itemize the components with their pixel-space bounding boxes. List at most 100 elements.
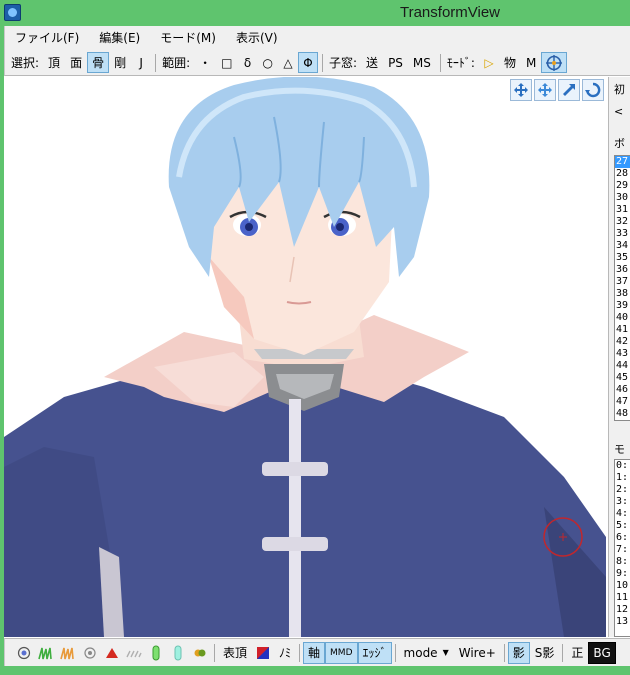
shadow-button[interactable]: 影 bbox=[507, 641, 530, 664]
bone-row[interactable]: 34 bbox=[615, 240, 630, 252]
morph-row[interactable]: 1: bbox=[615, 472, 630, 484]
toolbar-divider bbox=[322, 53, 323, 72]
bone-row[interactable]: 37 bbox=[615, 276, 630, 288]
child-send-button[interactable]: 送 bbox=[361, 52, 383, 73]
bone-row[interactable]: 40 bbox=[615, 312, 630, 324]
bone-list[interactable]: 27 28 29 30 31 32 33 34 35 36 37 38 39 40 41 42 43 44 45 46… bbox=[614, 155, 630, 421]
morph-row[interactable]: 5: bbox=[615, 520, 630, 532]
wire-button[interactable]: Wire+ bbox=[454, 642, 501, 664]
morph-row[interactable]: 12 bbox=[615, 604, 630, 616]
toolbar: 選択: 頂 面 骨 剛 J 範囲: ・ □ δ ○ △ Φ 子窓: 送 PS M… bbox=[4, 50, 630, 76]
statusbar-divider bbox=[214, 643, 215, 662]
move-xy-icon[interactable] bbox=[510, 79, 532, 101]
bone-row[interactable]: 45 bbox=[615, 372, 630, 384]
mode-dropdown[interactable]: mode ▼ bbox=[399, 642, 454, 664]
background-button[interactable]: BG bbox=[588, 641, 616, 664]
red-triangle-icon[interactable] bbox=[101, 642, 123, 664]
mode-label: ﾓｰﾄﾞ: bbox=[446, 56, 475, 70]
statusbar-divider bbox=[562, 643, 564, 662]
statusbar-divider bbox=[503, 643, 505, 662]
bone-row[interactable]: 27 bbox=[615, 156, 630, 168]
bone-row[interactable]: 31 bbox=[615, 204, 630, 216]
joint-icon[interactable] bbox=[189, 642, 211, 664]
color-swatch-icon[interactable] bbox=[252, 642, 274, 664]
range-label: 範囲: bbox=[162, 56, 191, 70]
bone-row[interactable]: 41 bbox=[615, 324, 630, 336]
camera-tools bbox=[510, 79, 604, 101]
rotate-icon[interactable] bbox=[582, 79, 604, 101]
self-shadow-button[interactable]: S影 bbox=[530, 642, 560, 664]
range-phi-button[interactable]: Φ bbox=[298, 52, 318, 73]
bone-row[interactable]: 48 bbox=[615, 408, 630, 420]
range-delta-button[interactable]: δ bbox=[238, 52, 258, 73]
menu-mode[interactable]: モード(M) bbox=[150, 26, 226, 50]
bone-row[interactable]: 33 bbox=[615, 228, 630, 240]
select-face-button[interactable]: 面 bbox=[65, 52, 87, 73]
bone-row[interactable]: 42 bbox=[615, 336, 630, 348]
bone-row[interactable]: 28 bbox=[615, 168, 630, 180]
bone-row[interactable]: 29 bbox=[615, 180, 630, 192]
morph-row[interactable]: 2: bbox=[615, 484, 630, 496]
bone-row[interactable]: 35 bbox=[615, 252, 630, 264]
target-icon[interactable] bbox=[541, 52, 568, 73]
menu-edit[interactable]: 編集(E) bbox=[89, 26, 150, 50]
bone-row[interactable]: 38 bbox=[615, 288, 630, 300]
bone-row[interactable]: 30 bbox=[615, 192, 630, 204]
physics-mode-button[interactable]: 物 bbox=[499, 52, 521, 73]
select-rigid-button[interactable]: 剛 bbox=[109, 52, 131, 73]
morph-list[interactable]: 0: 1: 2: 3: 4: 5: 6: 7: 8: 9: 10 11 12 13 bbox=[614, 459, 630, 637]
morph-row[interactable]: 8: bbox=[615, 556, 630, 568]
3d-viewport[interactable] bbox=[4, 77, 606, 637]
select-bone-button[interactable]: 骨 bbox=[87, 52, 110, 73]
range-box-button[interactable]: □ bbox=[216, 52, 237, 73]
child-ms-button[interactable]: MS bbox=[408, 52, 436, 73]
range-triangle-button[interactable]: △ bbox=[278, 52, 298, 73]
character-model bbox=[4, 77, 606, 637]
only-button[interactable]: ﾉﾐ bbox=[274, 642, 296, 664]
bone-row[interactable]: 39 bbox=[615, 300, 630, 312]
morph-row[interactable]: 7: bbox=[615, 544, 630, 556]
morph-row[interactable]: 9: bbox=[615, 568, 630, 580]
green-capsule-icon[interactable] bbox=[145, 642, 167, 664]
dot-display-icon[interactable] bbox=[79, 642, 101, 664]
morph-row[interactable]: 0: bbox=[615, 460, 630, 472]
grass-green-icon[interactable] bbox=[35, 642, 57, 664]
play-mode-button[interactable]: ▷ bbox=[479, 52, 499, 73]
axis-button[interactable]: 軸 bbox=[303, 641, 326, 664]
face-vertex-button[interactable]: 表頂 bbox=[218, 642, 252, 664]
morph-row[interactable]: 11 bbox=[615, 592, 630, 604]
bone-row[interactable]: 47 bbox=[615, 396, 630, 408]
mmd-button[interactable]: MMD bbox=[325, 641, 358, 664]
range-circle-button[interactable]: ○ bbox=[258, 52, 278, 73]
menu-view[interactable]: 表示(V) bbox=[226, 26, 288, 50]
bone-row[interactable]: 43 bbox=[615, 348, 630, 360]
prev-button[interactable]: < bbox=[614, 105, 623, 118]
grass-orange-icon[interactable] bbox=[57, 642, 79, 664]
morph-row[interactable]: 6: bbox=[615, 532, 630, 544]
range-point-button[interactable]: ・ bbox=[194, 52, 216, 73]
bone-row[interactable]: 46 bbox=[615, 384, 630, 396]
morph-row[interactable]: 10 bbox=[615, 580, 630, 592]
morph-row[interactable]: 3: bbox=[615, 496, 630, 508]
bone-row[interactable]: 32 bbox=[615, 216, 630, 228]
select-joint-button[interactable]: J bbox=[131, 52, 151, 73]
hatch-icon[interactable] bbox=[123, 642, 145, 664]
move-xz-icon[interactable] bbox=[534, 79, 556, 101]
initial-tab[interactable]: 初 bbox=[614, 81, 625, 97]
morph-row[interactable]: 4: bbox=[615, 508, 630, 520]
child-ps-button[interactable]: PS bbox=[383, 52, 408, 73]
bone-row[interactable]: 36 bbox=[615, 264, 630, 276]
morph-tab[interactable]: モ bbox=[614, 441, 625, 457]
edge-button[interactable]: ｴｯｼﾞ bbox=[357, 641, 392, 664]
front-view-button[interactable]: 正 bbox=[566, 642, 588, 664]
move-z-icon[interactable] bbox=[558, 79, 580, 101]
cyan-capsule-icon[interactable] bbox=[167, 642, 189, 664]
title-bar: TransformView bbox=[0, 0, 630, 26]
select-vertex-button[interactable]: 頂 bbox=[43, 52, 65, 73]
vertex-display-icon[interactable] bbox=[13, 642, 35, 664]
morph-mode-button[interactable]: M bbox=[521, 52, 541, 73]
menu-file[interactable]: ファイル(F) bbox=[5, 26, 89, 50]
bone-tab[interactable]: ボ bbox=[614, 135, 625, 151]
bone-row[interactable]: 44 bbox=[615, 360, 630, 372]
morph-row[interactable]: 13 bbox=[615, 616, 630, 628]
